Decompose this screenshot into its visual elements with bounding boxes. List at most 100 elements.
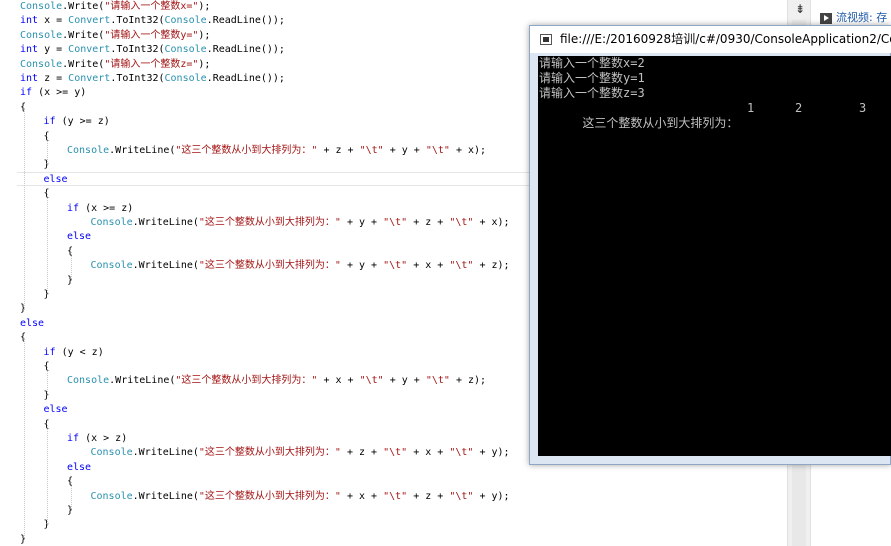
code-token: .WriteLine( xyxy=(132,260,199,272)
code-line: Console.Write("请输入一个整数z="); xyxy=(20,58,210,72)
result-value: 1 xyxy=(747,101,755,115)
code-token: "这三个整数从小到大排列为：" xyxy=(175,375,318,387)
code-line: int y = Convert.ToInt32(Console.ReadLine… xyxy=(20,43,285,57)
code-line: if (x > z) xyxy=(67,432,127,446)
indent-guide xyxy=(71,482,72,512)
code-token: int xyxy=(20,44,39,56)
indent-guide xyxy=(24,108,25,310)
code-token: if xyxy=(67,433,80,444)
code-token: "\t" xyxy=(383,217,408,228)
code-token: "\t" xyxy=(383,260,408,272)
console-output-line: 请输入一个整数x=2 xyxy=(539,56,645,70)
code-token: Console xyxy=(90,490,133,502)
code-token: + x); xyxy=(473,217,510,228)
code-line: if (y >= z) xyxy=(44,115,110,129)
console-result-line: 这三个整数从小到大排列为： 1 2 3 xyxy=(539,101,891,130)
code-token: if xyxy=(20,87,33,99)
code-token: "这三个整数从小到大排列为：" xyxy=(198,490,341,502)
code-token: + y); xyxy=(473,490,510,502)
code-token: (x > z) xyxy=(79,433,128,444)
code-token: y = xyxy=(38,44,69,56)
stream-video-label: 流视频: 存 xyxy=(836,11,888,24)
code-token: if xyxy=(43,346,56,358)
code-token: .ToInt32( xyxy=(110,44,165,56)
code-token: else xyxy=(67,231,92,243)
code-line: Console.WriteLine("这三个整数从小到大排列为：" + x + … xyxy=(91,490,510,504)
code-token: "\t" xyxy=(449,260,474,272)
code-token: Console xyxy=(90,447,133,459)
code-token: Convert xyxy=(68,73,111,84)
code-line: else xyxy=(67,461,91,475)
code-line: else xyxy=(44,403,68,417)
stream-video-link[interactable]: 流视频: 存 xyxy=(820,10,887,26)
code-token: ); xyxy=(198,29,211,41)
play-icon xyxy=(820,12,832,24)
console-output[interactable]: 请输入一个整数x=2 请输入一个整数y=1 请输入一个整数z=3 这三个整数从小… xyxy=(538,56,891,456)
code-token: Console xyxy=(90,217,133,228)
code-line: if (y < z) xyxy=(44,346,104,360)
code-token: Console xyxy=(164,15,207,27)
code-token: Convert xyxy=(68,15,111,27)
code-token: Console xyxy=(20,58,63,70)
code-token: .ToInt32( xyxy=(110,73,165,84)
code-line: Console.WriteLine("这三个整数从小到大排列为：" + z + … xyxy=(67,144,486,158)
code-token: "请输入一个整数x=" xyxy=(104,1,199,12)
code-token: + z + xyxy=(407,217,450,228)
console-output-line: 请输入一个整数y=1 xyxy=(539,71,645,85)
code-token: + y + xyxy=(383,375,426,387)
code-token: Console xyxy=(90,260,133,272)
code-token: "\t" xyxy=(383,447,408,459)
code-token: else xyxy=(43,404,68,416)
console-app-icon[interactable] xyxy=(540,34,552,45)
console-window[interactable]: file:///E:/20160928培训/c#/0930/ConsoleApp… xyxy=(529,25,891,465)
code-token: (y >= z) xyxy=(55,116,110,128)
code-line: else xyxy=(44,173,68,187)
code-token: Console xyxy=(67,145,110,156)
code-token: + x + xyxy=(407,260,450,272)
code-token: + z + xyxy=(317,145,360,156)
code-token: + y); xyxy=(473,447,510,459)
code-token: (x >= z) xyxy=(79,202,134,214)
code-token: (x >= y) xyxy=(32,87,87,99)
code-line: if (x >= y) xyxy=(20,86,86,100)
split-icon[interactable]: ⇟ xyxy=(794,2,806,16)
code-token: int xyxy=(20,73,39,84)
result-label: 这三个整数从小到大排列为： xyxy=(582,116,739,130)
code-token: x = xyxy=(38,15,69,27)
code-line: else xyxy=(67,230,91,244)
code-token: "这三个整数从小到大排列为：" xyxy=(198,260,341,272)
code-token: if xyxy=(67,202,80,214)
code-token: .WriteLine( xyxy=(109,375,176,387)
code-token: "\t" xyxy=(383,490,408,502)
code-token: .Write( xyxy=(62,29,105,41)
code-line: int x = Convert.ToInt32(Console.ReadLine… xyxy=(20,14,285,28)
code-token: + x + xyxy=(317,375,360,387)
code-token: int xyxy=(20,15,39,27)
code-token: + x + xyxy=(407,447,450,459)
code-token: ); xyxy=(198,1,211,12)
code-token: .Write( xyxy=(62,1,105,12)
code-token: + x + xyxy=(340,490,384,502)
code-line: Console.WriteLine("这三个整数从小到大排列为：" + x + … xyxy=(67,374,486,388)
code-token: .ReadLine()); xyxy=(206,73,285,84)
code-token: "\t" xyxy=(359,145,384,156)
code-token: "请输入一个整数z=" xyxy=(104,58,199,70)
code-token: + z); xyxy=(473,260,510,272)
code-token: "请输入一个整数y=" xyxy=(104,29,199,41)
code-token: Console xyxy=(164,44,207,56)
indent-guide xyxy=(47,194,48,296)
code-token: "\t" xyxy=(425,375,450,387)
code-token: .WriteLine( xyxy=(132,447,199,459)
indent-guide xyxy=(24,338,25,540)
editor-gutter xyxy=(0,0,17,546)
code-token: Console xyxy=(20,1,63,12)
console-titlebar[interactable]: file:///E:/20160928培训/c#/0930/ConsoleApp… xyxy=(530,26,891,53)
code-token: ); xyxy=(198,58,211,70)
code-line: Console.WriteLine("这三个整数从小到大排列为：" + z + … xyxy=(91,446,510,460)
code-token: + y + xyxy=(340,217,384,228)
code-token: "\t" xyxy=(359,375,384,387)
indent-guide xyxy=(47,424,48,526)
code-token: + x); xyxy=(449,145,487,156)
code-token: + z + xyxy=(340,447,384,459)
indent-guide xyxy=(71,252,72,281)
